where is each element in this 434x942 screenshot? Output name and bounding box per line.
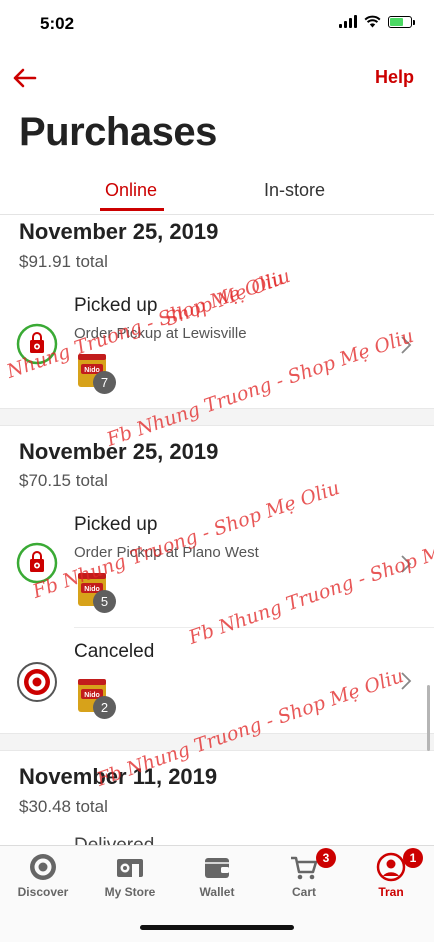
tab-account[interactable]: 1 Tran [348,846,434,906]
tab-online[interactable]: Online [105,180,157,201]
pickup-bag-icon [16,542,58,584]
tab-label: Tran [378,885,404,899]
tab-label: Wallet [199,885,235,899]
quantity-badge: 5 [93,590,116,613]
purchase-tabs: Online In-store [0,172,434,215]
target-bullseye-icon [30,854,56,880]
status-icons [339,15,415,28]
page-title: Purchases [19,110,217,154]
tab-in-store[interactable]: In-store [264,180,325,201]
shipment-status: Picked up [74,295,158,316]
tab-label: My Store [104,885,156,899]
chevron-right-icon[interactable] [400,335,412,355]
tab-wallet[interactable]: Wallet [174,846,260,906]
active-tab-indicator [100,208,164,211]
account-icon [376,852,406,882]
home-indicator [140,925,294,930]
target-logo-icon [17,662,57,702]
shipment-status: Canceled [74,641,155,662]
cellular-signal-icon [339,15,357,28]
wallet-icon [205,858,229,878]
help-link[interactable]: Help [375,67,414,88]
orders-list[interactable]: November 25, 2019 $91.91 total Picked up… [0,215,434,845]
scroll-indicator[interactable] [427,685,430,751]
row-divider [74,627,434,628]
order-date: November 25, 2019 [19,439,219,464]
chevron-right-icon[interactable] [400,671,412,691]
shipment-store: Order Pickup at Plano West [74,544,259,561]
tab-my-store[interactable]: My Store [87,846,173,906]
order-total: $30.48 total [19,797,108,816]
nav-header: Help [0,55,434,100]
status-bar: 5:02 [0,0,434,48]
shipment-store: Order Pickup at Lewisville [74,325,247,342]
order-separator [0,408,434,426]
order-total: $70.15 total [19,471,108,490]
battery-icon [388,15,415,28]
quantity-badge: 2 [93,696,116,719]
tab-discover[interactable]: Discover [0,846,86,906]
cart-icon [291,856,318,880]
status-time: 5:02 [40,14,75,33]
order-date: November 11, 2019 [19,764,218,789]
wifi-icon [364,15,381,28]
shipment-status: Picked up [74,514,158,535]
account-notification-badge: 1 [403,848,423,868]
store-icon [117,859,143,877]
order-total: $91.91 total [19,252,108,271]
tab-label: Discover [17,885,69,899]
back-arrow-icon[interactable] [10,63,40,93]
tab-label: Cart [291,885,316,899]
cart-count-badge: 3 [316,848,336,868]
tab-cart[interactable]: 3 Cart [261,846,347,906]
order-date: November 25, 2019 [19,219,219,244]
order-separator [0,733,434,751]
chevron-right-icon[interactable] [400,554,412,574]
quantity-badge: 7 [93,371,116,394]
pickup-bag-icon [16,323,58,365]
shipment-status-partial: Delivered [74,835,154,845]
